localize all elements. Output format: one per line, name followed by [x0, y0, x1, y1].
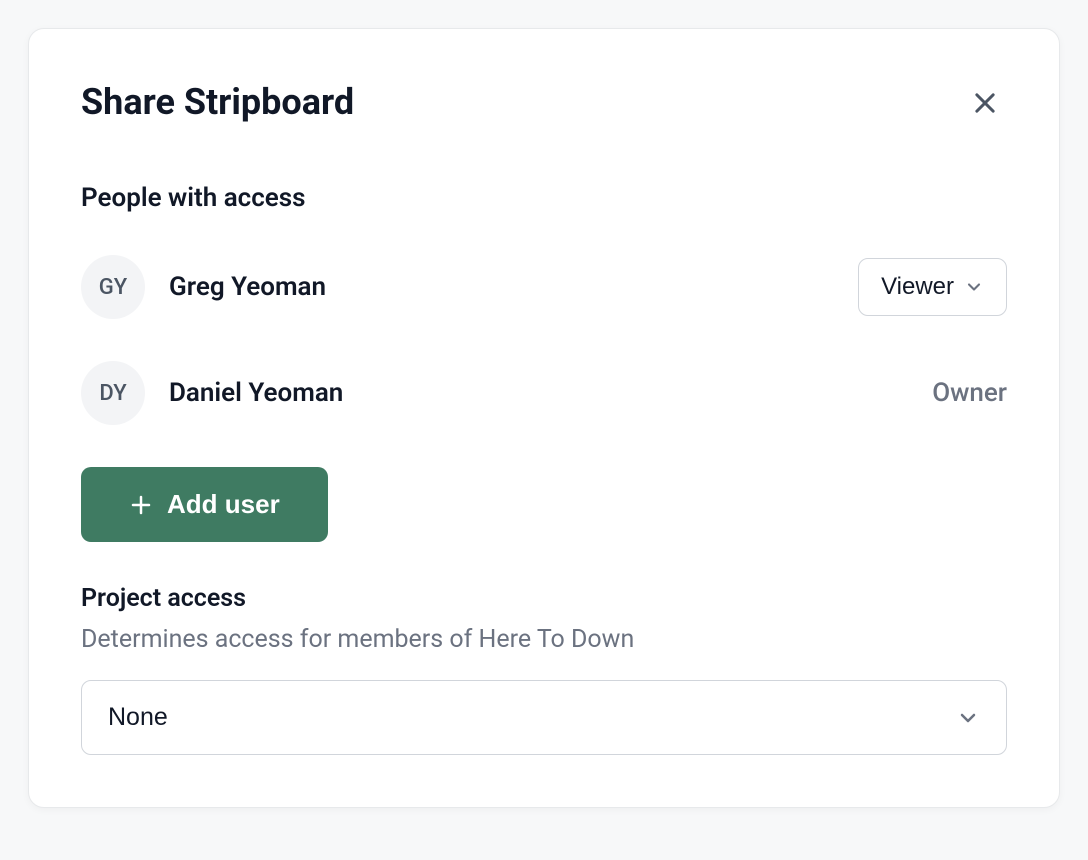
user-info: DY Daniel Yeoman	[81, 361, 343, 425]
owner-label: Owner	[932, 378, 1007, 408]
user-row: DY Daniel Yeoman Owner	[81, 361, 1007, 425]
add-user-button[interactable]: Add user	[81, 467, 328, 542]
user-name: Daniel Yeoman	[169, 378, 343, 408]
people-heading: People with access	[81, 183, 1007, 213]
project-access-description: Determines access for members of Here To…	[81, 625, 1007, 654]
avatar: GY	[81, 255, 145, 319]
modal-title: Share Stripboard	[81, 81, 1007, 123]
user-row: GY Greg Yeoman Viewer	[81, 255, 1007, 319]
add-user-label: Add user	[167, 489, 280, 520]
project-access-heading: Project access	[81, 584, 1007, 613]
chevron-down-icon	[964, 277, 984, 297]
project-access-select[interactable]: None	[81, 680, 1007, 755]
avatar: DY	[81, 361, 145, 425]
close-icon	[971, 89, 999, 117]
role-select[interactable]: Viewer	[858, 258, 1007, 316]
chevron-down-icon	[956, 706, 980, 730]
plus-icon	[129, 493, 153, 517]
user-name: Greg Yeoman	[169, 272, 326, 302]
close-button[interactable]	[967, 85, 1003, 121]
role-label: Viewer	[881, 273, 954, 301]
user-info: GY Greg Yeoman	[81, 255, 326, 319]
share-modal: Share Stripboard People with access GY G…	[28, 28, 1060, 808]
project-access-value: None	[108, 703, 168, 732]
